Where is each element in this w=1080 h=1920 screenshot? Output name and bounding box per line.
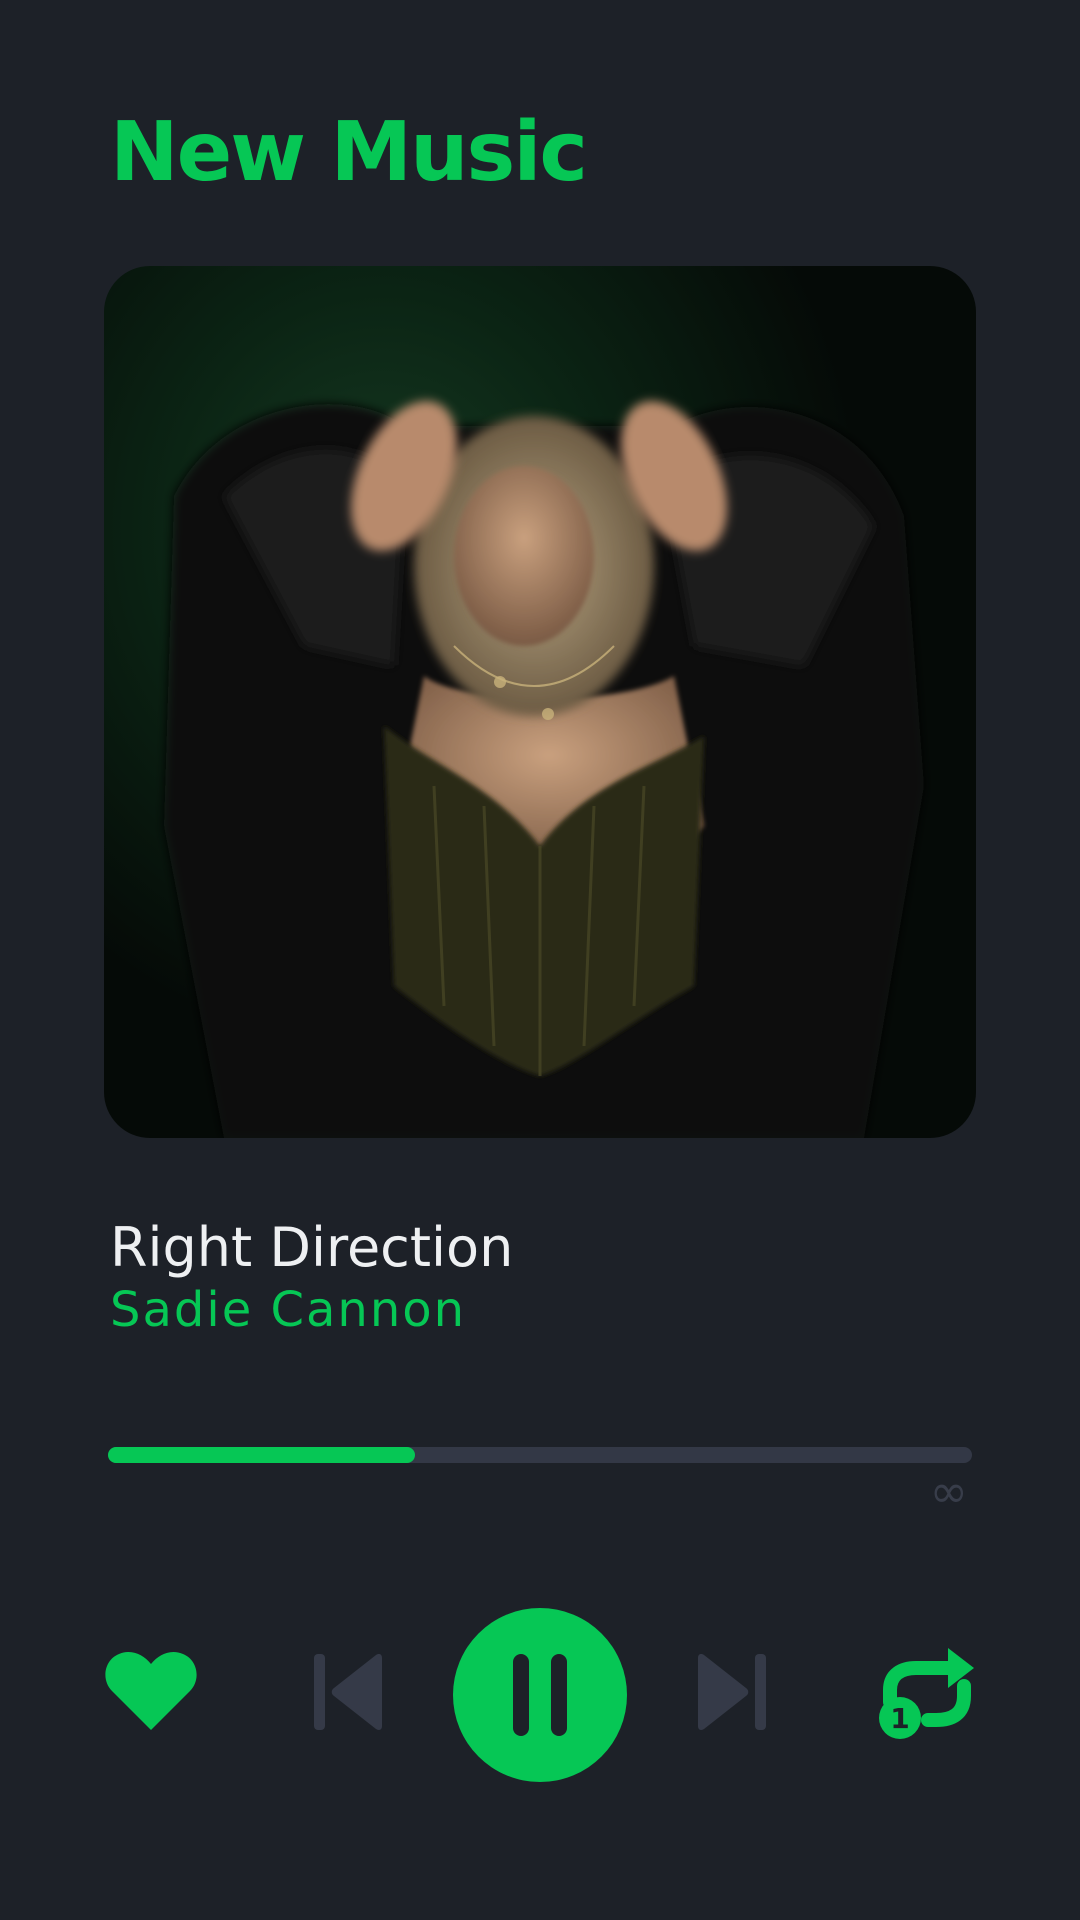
repeat-one-icon: 1 — [879, 1648, 974, 1739]
progress-fill — [108, 1447, 415, 1463]
skip-previous-icon — [314, 1654, 382, 1730]
duration-label: ∞ — [929, 1464, 968, 1518]
like-button[interactable] — [105, 1648, 197, 1732]
page-title: New Music — [110, 105, 588, 200]
album-cover-photo — [164, 401, 924, 1138]
skip-next-icon — [698, 1654, 766, 1730]
repeat-one-button[interactable]: 1 — [878, 1644, 976, 1740]
heart-icon — [105, 1652, 197, 1730]
album-art — [104, 266, 976, 1138]
track-title: Right Direction — [110, 1216, 514, 1279]
repeat-badge: 1 — [890, 1702, 909, 1735]
previous-button[interactable] — [312, 1652, 386, 1732]
next-button[interactable] — [694, 1652, 768, 1732]
pause-icon — [513, 1654, 567, 1736]
progress-bar[interactable] — [108, 1447, 972, 1463]
track-artist[interactable]: Sadie Cannon — [110, 1284, 466, 1337]
play-pause-button[interactable] — [453, 1608, 627, 1782]
